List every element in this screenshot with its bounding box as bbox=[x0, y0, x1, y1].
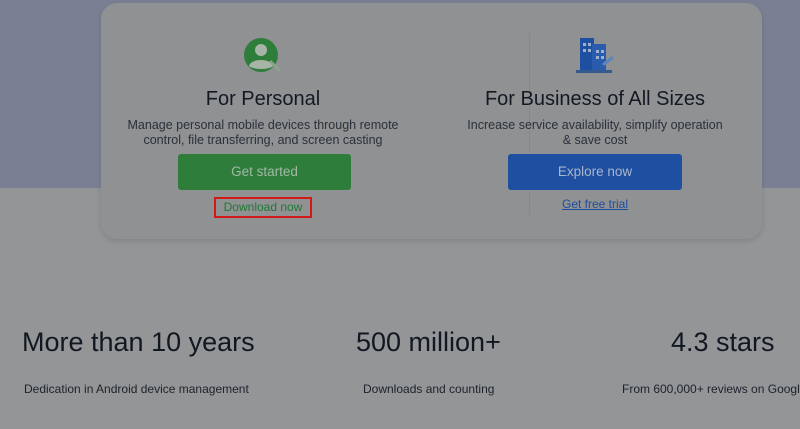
personal-description: Manage personal mobile devices through r… bbox=[127, 118, 399, 147]
business-title: For Business of All Sizes bbox=[484, 88, 706, 110]
business-description: Increase service availability, simplify … bbox=[467, 118, 723, 147]
get-free-trial-link[interactable]: Get free trial bbox=[445, 197, 745, 211]
buildings-icon bbox=[445, 34, 745, 78]
personal-title: For Personal bbox=[205, 88, 321, 110]
highlight-box: Download now bbox=[213, 197, 313, 218]
person-avatar-icon bbox=[113, 34, 413, 78]
download-now-link[interactable]: Download now bbox=[224, 200, 303, 214]
stat-stars-value: 4.3 stars bbox=[671, 327, 775, 357]
stat-years-caption: Dedication in Android device management bbox=[24, 382, 249, 396]
get-started-button[interactable]: Get started bbox=[178, 154, 351, 190]
stat-years-value: More than 10 years bbox=[22, 327, 255, 357]
explore-now-button[interactable]: Explore now bbox=[508, 154, 682, 190]
stat-stars-caption: From 600,000+ reviews on Google bbox=[622, 382, 800, 396]
stat-downloads-caption: Downloads and counting bbox=[363, 382, 495, 396]
download-now-link-wrapper: Download now bbox=[113, 197, 413, 218]
stat-downloads-value: 500 million+ bbox=[356, 327, 501, 357]
